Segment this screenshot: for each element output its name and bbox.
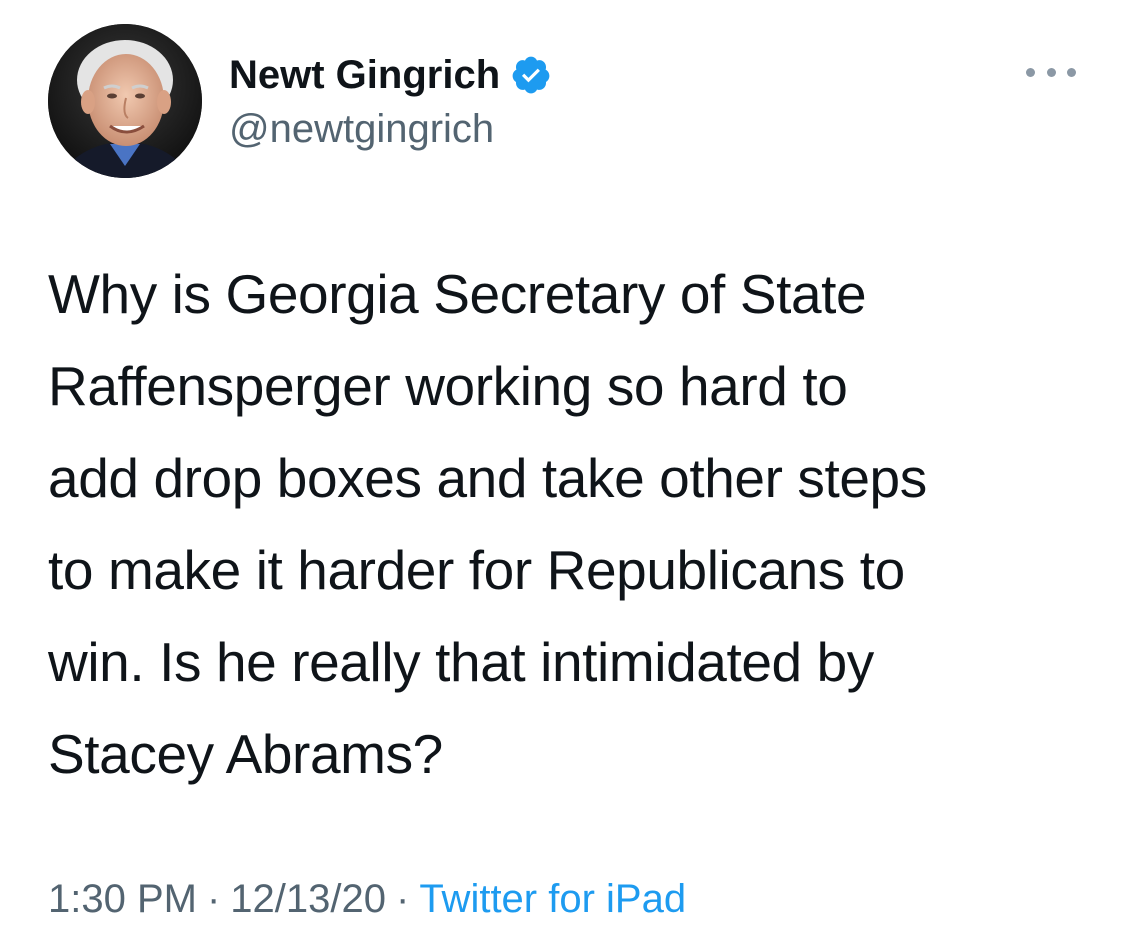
author-display-name[interactable]: Newt Gingrich	[229, 50, 500, 100]
tweet-metadata: 1:30 PM · 12/13/20 · Twitter for iPad	[48, 872, 686, 926]
tweet-text-line: Raffensperger working so hard to	[48, 355, 848, 417]
meta-separator: ·	[396, 877, 410, 921]
tweet-source-link[interactable]: Twitter for iPad	[419, 877, 686, 921]
tweet-text: Why is Georgia Secretary of State Raffen…	[48, 248, 1098, 800]
meta-separator: ·	[206, 877, 221, 921]
tweet-text-line: Stacey Abrams?	[48, 723, 443, 785]
more-dot	[1026, 67, 1035, 77]
more-dot	[1046, 67, 1056, 77]
tweet-text-line: Why is Georgia Secretary of State	[48, 263, 867, 325]
tweet-text-line: add drop boxes and take other steps	[48, 447, 927, 509]
tweet-card: Newt Gingrich @newtgingrich Why is Georg…	[0, 0, 1125, 952]
author-name-row: Newt Gingrich	[229, 50, 552, 100]
avatar-photo	[48, 24, 202, 178]
tweet-time[interactable]: 1:30 PM	[48, 877, 197, 921]
more-dot	[1067, 67, 1076, 77]
tweet-date[interactable]: 12/13/20	[230, 877, 386, 921]
author-handle[interactable]: @newtgingrich	[229, 104, 494, 154]
tweet-text-line: win. Is he really that intimidated by	[48, 631, 874, 693]
more-horizontal-icon[interactable]	[1026, 62, 1076, 82]
avatar[interactable]	[48, 24, 202, 178]
tweet-text-line: to make it harder for Republicans to	[48, 539, 905, 601]
verified-badge-icon	[510, 54, 552, 96]
